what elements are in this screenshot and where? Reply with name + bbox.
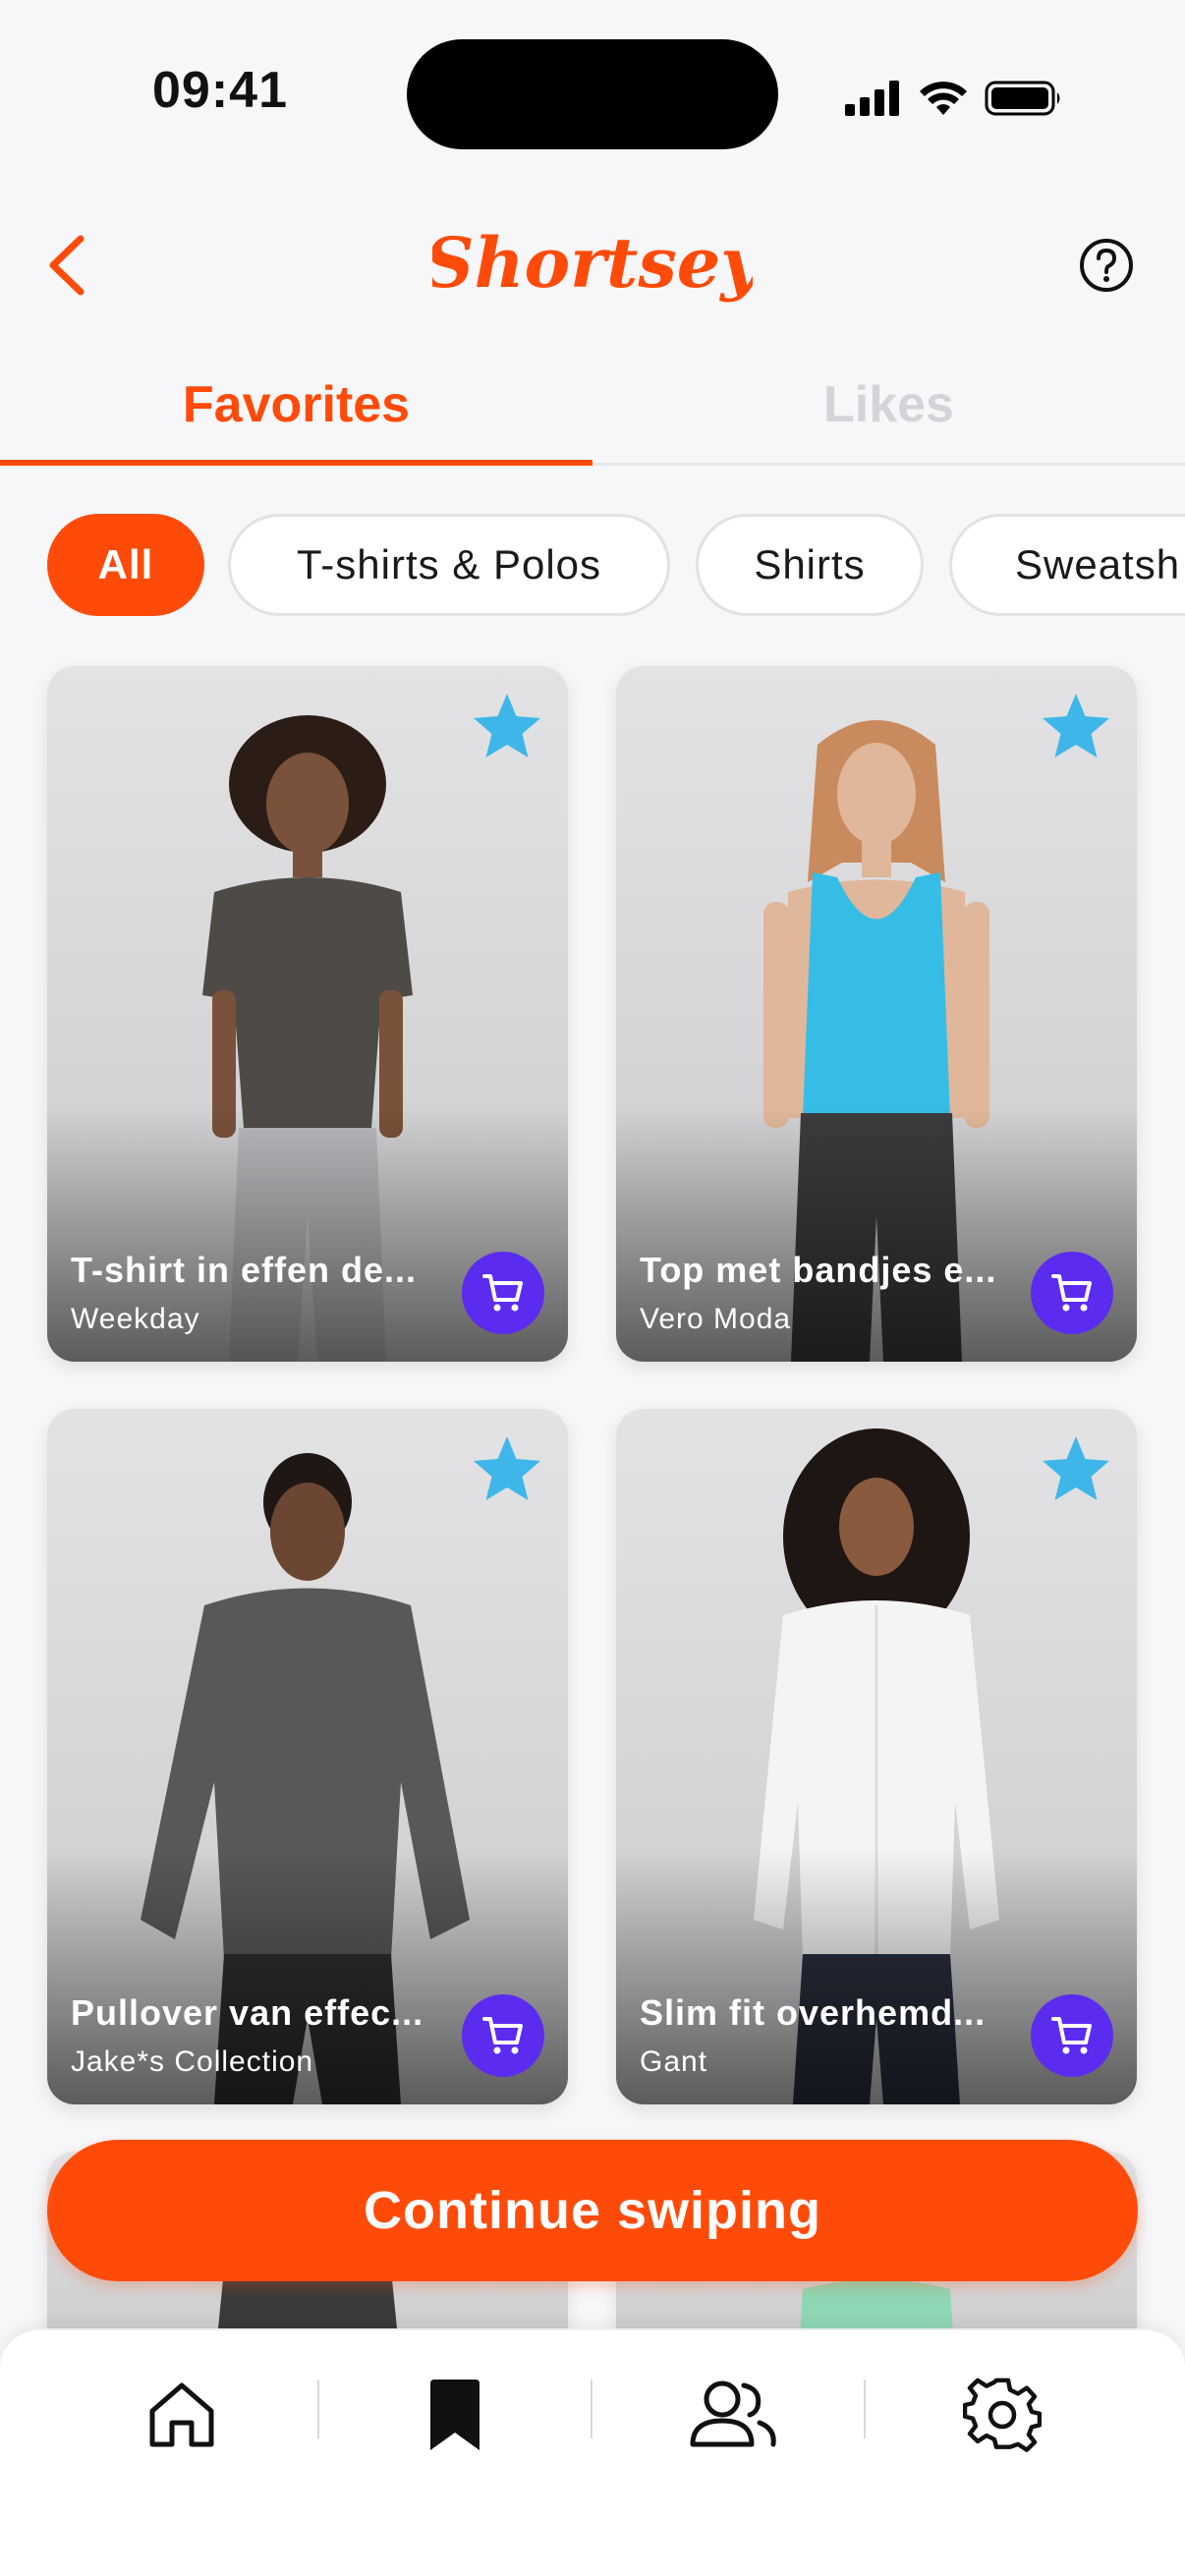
tab-likes[interactable]: Likes xyxy=(592,344,1185,466)
app-header: Shortsey xyxy=(0,187,1185,344)
brand-logo: Shortsey xyxy=(432,222,753,304)
chevron-left-icon xyxy=(49,235,85,296)
nav-separator xyxy=(864,2380,866,2438)
add-to-cart-button[interactable] xyxy=(462,1994,544,2077)
product-brand: Weekday xyxy=(71,1303,200,1335)
battery-icon xyxy=(985,81,1060,116)
cellular-signal-icon xyxy=(845,81,899,116)
continue-swiping-button[interactable]: Continue swiping xyxy=(47,2140,1138,2281)
tab-bar: Favorites Likes xyxy=(0,344,1185,466)
nav-social[interactable] xyxy=(678,2366,786,2464)
product-title: Slim fit overhemd... xyxy=(640,1992,987,2033)
nav-separator xyxy=(591,2380,592,2438)
product-card[interactable]: Pullover van effec... Jake*s Collection xyxy=(47,1409,568,2104)
active-tab-indicator xyxy=(0,460,592,466)
status-time: 09:41 xyxy=(152,62,288,119)
add-to-cart-button[interactable] xyxy=(1031,1252,1113,1334)
product-title: Top met bandjes e... xyxy=(640,1250,997,1290)
favorite-star-icon[interactable] xyxy=(1037,688,1115,766)
nav-separator xyxy=(317,2380,319,2438)
filter-chip-shirts[interactable]: Shirts xyxy=(696,514,924,616)
filter-chip-all[interactable]: All xyxy=(47,514,204,616)
product-brand: Gant xyxy=(640,2045,708,2078)
nav-settings[interactable] xyxy=(953,2366,1051,2464)
svg-text:Shortsey: Shortsey xyxy=(432,222,753,304)
product-title: Pullover van effec... xyxy=(71,1992,424,2033)
back-button[interactable] xyxy=(37,226,96,305)
product-card[interactable]: Slim fit overhemd... Gant xyxy=(616,1409,1137,2104)
add-to-cart-button[interactable] xyxy=(462,1252,544,1334)
add-to-cart-button[interactable] xyxy=(1031,1994,1113,2077)
help-button[interactable] xyxy=(1077,236,1136,295)
nav-favorites[interactable] xyxy=(406,2366,504,2464)
cart-icon xyxy=(1051,2017,1092,2054)
favorite-star-icon[interactable] xyxy=(1037,1430,1115,1509)
cart-icon xyxy=(1051,1274,1092,1312)
bookmark-icon xyxy=(430,2380,480,2450)
status-bar: 09:41 xyxy=(0,0,1185,187)
status-icons xyxy=(845,69,1063,128)
gear-icon xyxy=(963,2378,1042,2452)
favorite-star-icon[interactable] xyxy=(468,1430,546,1509)
dynamic-island xyxy=(407,39,778,149)
people-icon xyxy=(690,2380,776,2447)
product-card[interactable]: Top met bandjes e... Vero Moda xyxy=(616,666,1137,1362)
tab-favorites[interactable]: Favorites xyxy=(0,344,592,466)
wifi-icon xyxy=(920,82,967,115)
home-icon xyxy=(149,2382,214,2447)
product-brand: Jake*s Collection xyxy=(71,2045,314,2078)
cart-icon xyxy=(482,1274,523,1312)
filter-chip-tshirts-polos[interactable]: T-shirts & Polos xyxy=(228,514,670,616)
product-title: T-shirt in effen de... xyxy=(71,1250,418,1290)
cart-icon xyxy=(482,2017,523,2054)
product-brand: Vero Moda xyxy=(640,1303,792,1335)
nav-home[interactable] xyxy=(133,2366,231,2464)
bottom-navigation xyxy=(0,2328,1185,2576)
question-circle-icon xyxy=(1080,239,1133,292)
favorite-star-icon[interactable] xyxy=(468,688,546,766)
category-filter-bar: All T-shirts & Polos Shirts Sweatsh xyxy=(0,511,1185,619)
product-card[interactable]: T-shirt in effen de... Weekday xyxy=(47,666,568,1362)
filter-chip-sweatshirts[interactable]: Sweatsh xyxy=(949,514,1185,616)
